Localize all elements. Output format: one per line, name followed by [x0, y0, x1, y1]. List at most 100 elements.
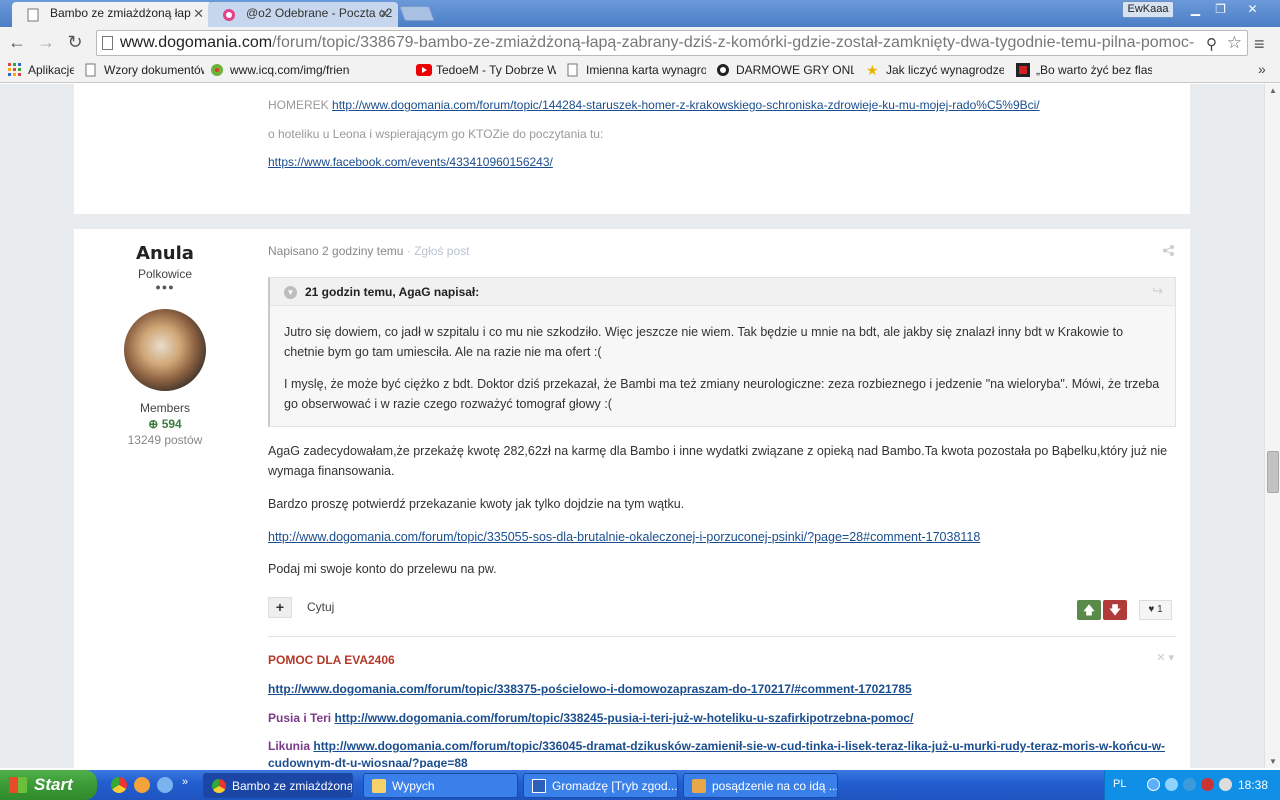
chrome-icon [212, 779, 226, 793]
app-tray-icon[interactable] [1165, 778, 1178, 791]
chrome-icon[interactable] [111, 777, 127, 793]
page-icon [84, 63, 99, 77]
tab-poczta[interactable]: @o2 Odebrane - Poczta o2 ✕ [208, 2, 398, 27]
search-icon[interactable]: ⚲ [1206, 35, 1217, 53]
scrollbar-thumb[interactable] [1267, 451, 1279, 493]
plus-circle-icon: ⊕ [148, 417, 159, 431]
bookmark-tedoem[interactable]: TedoeM - Ty Dobrze W [416, 63, 556, 77]
post-date: Napisano 2 godziny temu [268, 244, 404, 258]
signature-line: http://www.dogomania.com/forum/topic/338… [268, 681, 1176, 698]
quote-paragraph: I myslę, że może być ciężko z bdt. Dokto… [284, 377, 1160, 411]
multiquote-button[interactable]: + [268, 597, 292, 618]
taskbar-item-folder[interactable]: Wypych [363, 773, 518, 798]
wifi-icon[interactable] [1219, 778, 1232, 791]
tab-bambo[interactable]: Bambo ze zmiażdżoną łap ✕ [12, 2, 212, 27]
network-icon[interactable] [1147, 778, 1160, 791]
icq-flower-icon [210, 63, 225, 77]
author-name[interactable]: Anula [74, 243, 256, 264]
signature-link[interactable]: http://www.dogomania.com/forum/topic/338… [268, 682, 912, 696]
games-icon [716, 63, 731, 77]
taskbar: Start » Bambo ze zmiażdżoną... Wypych Gr… [0, 770, 1280, 800]
author-group: Members [139, 401, 190, 415]
like-counter[interactable]: ♥ 1 [1139, 600, 1172, 620]
star-icon: ★ [866, 63, 879, 77]
quote-button[interactable]: Cytuj [307, 600, 334, 614]
clock: 18:38 [1237, 778, 1268, 792]
signature-heading: POMOC DLA EVA2406 [268, 653, 395, 667]
page-content: HOMEREK http://www.dogomania.com/forum/t… [0, 84, 1264, 768]
chevron-down-icon[interactable]: ▼ [284, 286, 297, 299]
signature-link[interactable]: http://www.dogomania.com/forum/topic/336… [268, 739, 1165, 768]
bookmark-gry[interactable]: DARMOWE GRY ONLINE [716, 63, 854, 77]
homer-label: HOMEREK [268, 98, 329, 112]
reload-icon[interactable]: ↻ [64, 32, 86, 54]
facebook-event-link[interactable]: https://www.facebook.com/events/43341096… [268, 155, 553, 169]
heart-icon: ♥ [1148, 604, 1155, 615]
language-indicator[interactable]: PL [1113, 778, 1126, 790]
scroll-down-icon[interactable]: ▼ [1269, 757, 1277, 766]
new-tab-button[interactable] [399, 6, 435, 21]
author-post-count: 13249 postów [127, 433, 203, 447]
close-window-button[interactable]: ✕ [1240, 1, 1265, 18]
downvote-button[interactable]: 🡇 [1103, 600, 1127, 620]
post-link-paragraph: http://www.dogomania.com/forum/topic/335… [268, 527, 1176, 547]
back-arrow-icon[interactable]: ← [6, 32, 28, 54]
bookmark-wzory[interactable]: Wzory dokumentów [84, 63, 204, 77]
skype-icon[interactable] [1183, 778, 1196, 791]
close-icon[interactable]: ✕ [193, 2, 204, 25]
restore-button[interactable]: ❐ [1208, 1, 1233, 18]
apps-grid-icon [8, 63, 23, 77]
start-button[interactable]: Start [0, 770, 97, 800]
close-icon[interactable]: ✕ [379, 2, 390, 25]
minimize-button[interactable]: ▁ [1183, 1, 1208, 18]
star-icon[interactable]: ☆ [1227, 33, 1242, 53]
taskbar-item-chrome[interactable]: Bambo ze zmiażdżoną... [203, 773, 353, 798]
bookmark-aplikacje[interactable]: Aplikacje [8, 63, 74, 77]
report-post-link[interactable]: · Zgłoś post [403, 244, 470, 258]
share-icon[interactable] [1163, 245, 1174, 259]
scroll-up-icon[interactable]: ▲ [1269, 86, 1277, 95]
bookmark-wynagrodzenie[interactable]: ★ Jak liczyć wynagrodzenie [866, 63, 1004, 77]
avatar[interactable] [124, 309, 206, 391]
post-link[interactable]: http://www.dogomania.com/forum/topic/335… [268, 530, 980, 544]
security-icon[interactable] [1201, 778, 1214, 791]
previous-post: HOMEREK http://www.dogomania.com/forum/t… [74, 84, 1190, 214]
hotel-text: o hoteliku u Leona i wspierającym go KTO… [268, 127, 604, 141]
address-bar[interactable]: www.dogomania.com/forum/topic/338679-bam… [96, 30, 1248, 56]
post-actions: + Cytuj 🡅 🡇 ♥ 1 [268, 597, 1176, 625]
menu-icon[interactable]: ≡ [1254, 34, 1265, 55]
o2-icon [222, 7, 236, 21]
arrow-down-icon: 🡇 [1108, 603, 1122, 617]
bookmark-karta[interactable]: Imienna karta wynagrod [566, 63, 706, 77]
post-card: Anula Polkowice ●●● Members ⊕ 594 13249 … [74, 229, 1190, 768]
mail-icon[interactable] [134, 777, 150, 793]
go-to-quote-icon[interactable]: ↪ [1152, 283, 1163, 299]
system-tray: PL 18:38 [1104, 770, 1280, 800]
forward-arrow-icon[interactable]: → [35, 32, 57, 54]
post-paragraph: AgaG zadecydowałam,że przekażę kwotę 282… [268, 444, 1168, 478]
app-icon[interactable] [157, 777, 173, 793]
folder-icon [372, 779, 386, 793]
upvote-button[interactable]: 🡅 [1077, 600, 1101, 620]
news-icon [1016, 63, 1031, 77]
windows-logo-icon [9, 777, 27, 793]
quote-header: ▼ 21 godzin temu, AgaG napisał: ↪ [270, 278, 1175, 306]
quote-title: 21 godzin temu, AgaG napisał: [305, 285, 480, 299]
youtube-icon [416, 63, 432, 77]
taskbar-item-word[interactable]: Gromadzę [Tryb zgod... [523, 773, 678, 798]
vertical-scrollbar[interactable]: ▲ ▼ [1264, 84, 1280, 768]
taskbar-item-document[interactable]: posądzenie na co idą ... [683, 773, 838, 798]
profile-button[interactable]: EwKaaa [1122, 1, 1174, 18]
chevron-right-icon[interactable]: » [1258, 61, 1266, 77]
signature-link[interactable]: http://www.dogomania.com/forum/topic/338… [334, 711, 913, 725]
post-paragraph: Podaj mi swoje konto do przelewu na pw. [268, 562, 497, 576]
homer-link[interactable]: http://www.dogomania.com/forum/topic/144… [332, 98, 1040, 112]
arrow-up-icon: 🡅 [1082, 603, 1096, 617]
chevron-right-icon[interactable]: » [182, 776, 188, 788]
bookmark-icq[interactable]: www.icq.com/img/friend [210, 63, 350, 77]
reputation-badge: ⊕ 594 [148, 417, 182, 431]
post-meta: Napisano 2 godziny temu · Zgłoś post [268, 244, 469, 258]
tab-title: Bambo ze zmiażdżoną łap [50, 6, 191, 20]
page-icon [102, 36, 113, 50]
bookmark-flaszka[interactable]: „Bo warto żyć bez flaszk [1016, 63, 1152, 77]
